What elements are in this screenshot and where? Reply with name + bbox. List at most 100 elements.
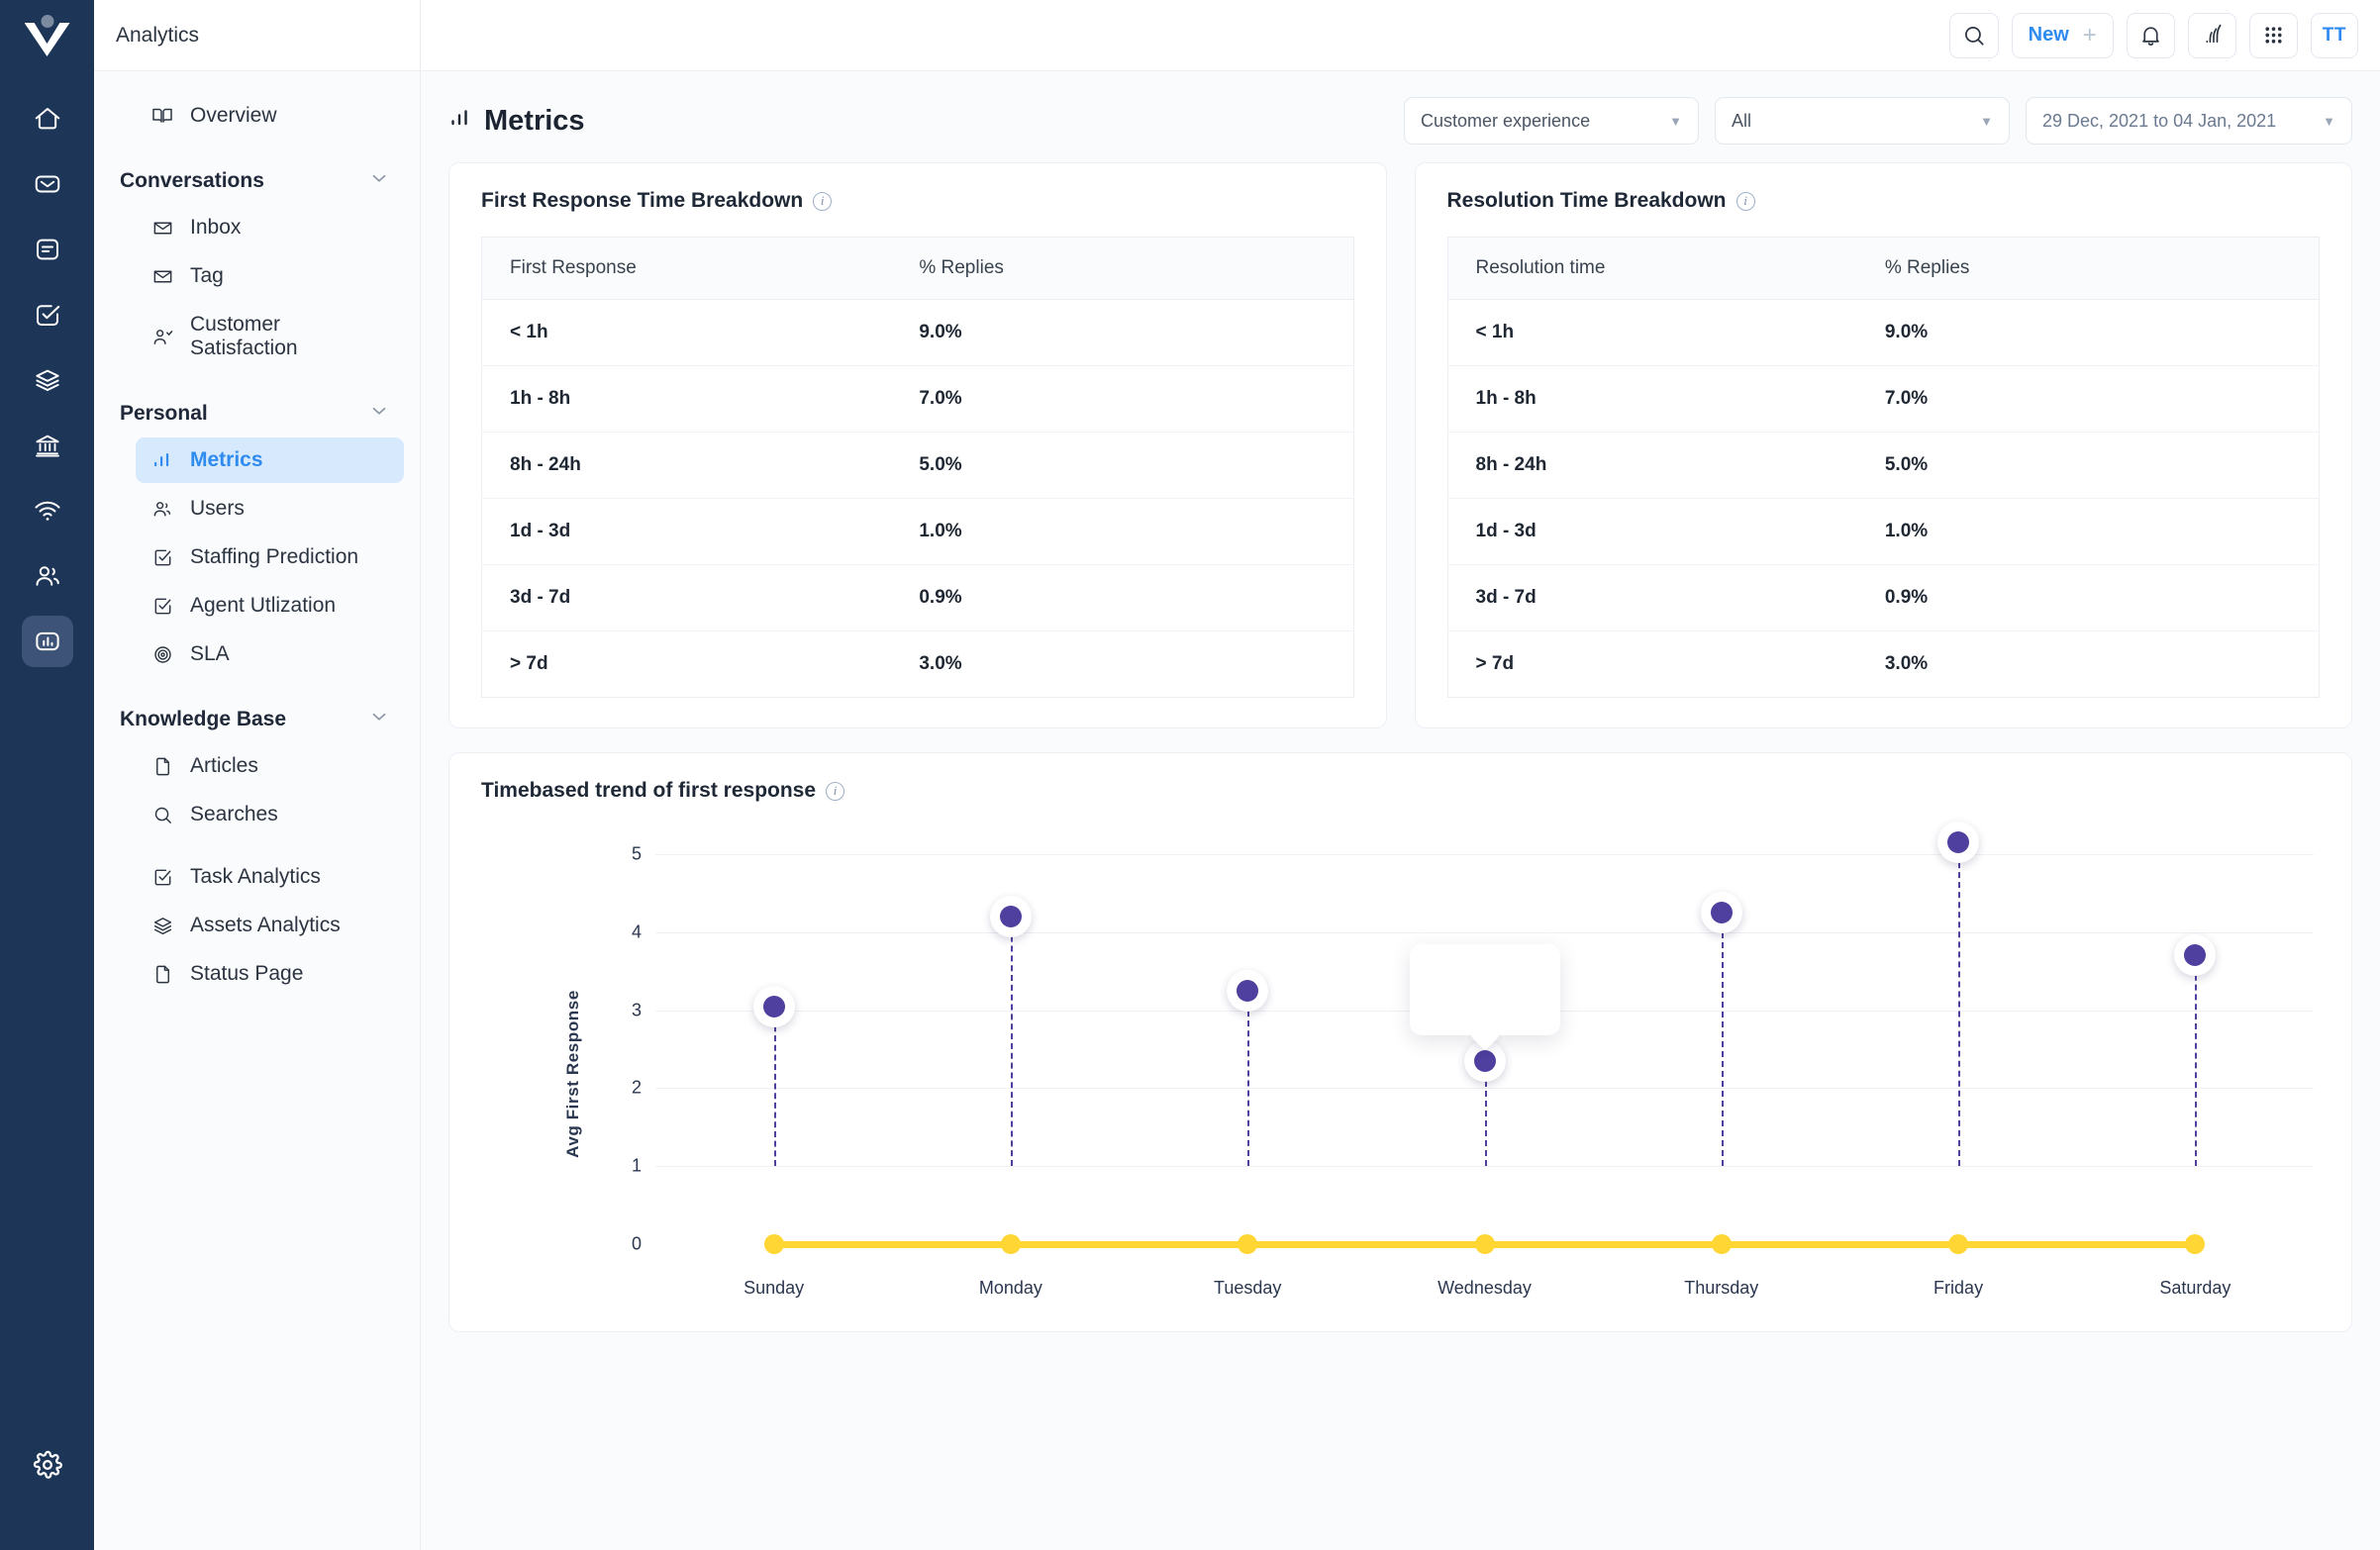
breakdown-cards-row: First Response Time Breakdown i First Re… [448, 162, 2352, 728]
chevron-down-icon: ▼ [2323, 113, 2335, 129]
sidebar-item-users[interactable]: Users [136, 486, 404, 532]
cell-range: 1h - 8h [1447, 365, 1857, 433]
chart-area: Avg First Response 0 1 2 3 4 5 Sunday Monday Tue… [481, 822, 2320, 1321]
page-title-text: Metrics [484, 104, 585, 137]
chevron-down-icon [368, 706, 390, 732]
info-icon[interactable]: i [1735, 191, 1755, 211]
rail-item-tasks[interactable] [22, 289, 73, 340]
bell-icon [2141, 27, 2159, 47]
rail-item-documents[interactable] [22, 224, 73, 275]
file-icon [149, 963, 175, 986]
cell-range: 3d - 7d [481, 564, 892, 631]
envelope-icon [149, 217, 175, 240]
info-icon[interactable]: i [813, 191, 833, 211]
logo-dot [41, 15, 53, 28]
baseline-data-point[interactable] [763, 1234, 784, 1254]
sidebar-item-sla[interactable]: SLA [136, 631, 404, 677]
rail-item-settings[interactable] [22, 1439, 73, 1491]
card-title: First Response Time Breakdown i [481, 189, 1354, 213]
x-axis-tick: Tuesday [1214, 1278, 1282, 1298]
sidebar-item-customer-satisfaction[interactable]: Customer Satisfaction [136, 302, 404, 371]
chart-plot[interactable]: 0 1 2 3 4 5 Sunday Monday Tuesday Wednesday Thursd… [598, 822, 2314, 1321]
table-header-row: First Response % Replies [481, 237, 1353, 300]
sidebar-item-tag[interactable]: Tag [136, 253, 404, 299]
search-button[interactable] [1948, 12, 1999, 58]
baseline-data-point[interactable] [1711, 1234, 1732, 1254]
broadcast-button[interactable] [2187, 12, 2236, 58]
sidebar-item-label: Searches [190, 803, 278, 825]
sidebar-item-label: Metrics [190, 448, 263, 471]
rail-item-analytics[interactable] [21, 616, 73, 667]
bank-icon [35, 435, 59, 457]
table-row: 1d - 3d 1.0% [481, 498, 1353, 565]
nav-group-personal[interactable]: Personal [110, 387, 404, 437]
cell-range: 3d - 7d [1447, 564, 1857, 631]
chart-stem [1721, 913, 1724, 1167]
sidebar-item-status-page[interactable]: Status Page [136, 951, 404, 997]
envelope-icon [35, 175, 59, 193]
sidebar-item-assets-analytics[interactable]: Assets Analytics [136, 903, 404, 948]
chart-data-point[interactable] [1227, 969, 1269, 1012]
nav-group-knowledge-base[interactable]: Knowledge Base [110, 693, 404, 743]
table-body: < 1h 9.0% 1h - 8h 7.0% 8h - 24h 5.0% 1d - 3… [1447, 299, 2320, 698]
baseline-data-point[interactable] [2185, 1234, 2206, 1254]
sidebar-item-inbox[interactable]: Inbox [136, 205, 404, 250]
nav-divider-gap [110, 840, 404, 854]
sidebar-item-overview[interactable]: Overview [136, 93, 404, 139]
baseline-data-point[interactable] [1948, 1234, 1969, 1254]
rail-item-home[interactable] [22, 93, 73, 145]
chart-data-point[interactable] [1700, 892, 1742, 934]
cell-value: 5.0% [891, 432, 1353, 499]
nav-group-conversations[interactable]: Conversations [110, 154, 404, 205]
table-row: < 1h 9.0% [481, 299, 1353, 366]
table-row: 3d - 7d 0.9% [481, 564, 1353, 631]
y-axis-tick: 5 [631, 843, 642, 864]
chart-data-point[interactable] [1937, 822, 1980, 864]
chart-data-point[interactable] [752, 985, 795, 1027]
sidebar-item-label: Overview [190, 104, 277, 127]
app-logo[interactable] [0, 0, 94, 71]
sidebar-item-searches[interactable]: Searches [136, 792, 404, 837]
sidebar-item-task-analytics[interactable]: Task Analytics [136, 854, 404, 900]
sidebar-item-label: Assets Analytics [190, 914, 341, 936]
date-range-select[interactable]: 29 Dec, 2021 to 04 Jan, 2021 ▼ [2026, 97, 2352, 145]
sidebar-item-label: Articles [190, 754, 258, 777]
info-icon[interactable]: i [826, 781, 845, 801]
avatar-initials: TT [2322, 24, 2346, 46]
sidebar-item-agent-utilization[interactable]: Agent Utlization [136, 583, 404, 629]
nav-group-label: Personal [120, 401, 208, 425]
home-icon [35, 108, 59, 130]
notifications-button[interactable] [2126, 12, 2175, 58]
chart-tooltip [1409, 943, 1560, 1035]
chart-icon [35, 631, 59, 651]
x-axis-tick: Monday [978, 1278, 1042, 1298]
baseline-data-point[interactable] [1000, 1234, 1021, 1254]
y-axis-tick: 2 [631, 1077, 642, 1098]
avatar[interactable]: TT [2310, 12, 2358, 58]
rail-item-network[interactable] [22, 485, 73, 536]
wifi-icon [35, 501, 59, 521]
sidebar-item-label: Staffing Prediction [190, 545, 359, 568]
new-button[interactable]: New + [2011, 12, 2114, 58]
baseline-data-point[interactable] [1474, 1234, 1495, 1254]
scope-filter-select[interactable]: All ▼ [1715, 97, 2010, 145]
sidebar-item-metrics[interactable]: Metrics [136, 437, 404, 483]
layers-icon [149, 915, 175, 937]
cell-value: 5.0% [1856, 432, 2320, 499]
baseline-data-point[interactable] [1238, 1234, 1258, 1254]
gear-icon [33, 1450, 62, 1479]
rail-item-finance[interactable] [22, 420, 73, 471]
column-header-range: First Response [481, 237, 892, 300]
chart-data-point[interactable] [989, 896, 1032, 938]
cell-range: 8h - 24h [1447, 432, 1857, 499]
chart-data-point[interactable] [2174, 934, 2217, 977]
sidebar-item-label: Customer Satisfaction [190, 313, 298, 359]
sidebar-item-articles[interactable]: Articles [136, 743, 404, 789]
nav-header: Analytics [94, 0, 420, 71]
team-filter-select[interactable]: Customer experience ▼ [1404, 97, 1699, 145]
rail-item-mail[interactable] [22, 158, 73, 210]
rail-item-users[interactable] [22, 550, 73, 602]
rail-item-assets[interactable] [22, 354, 73, 406]
sidebar-item-staffing-prediction[interactable]: Staffing Prediction [136, 534, 404, 580]
apps-button[interactable] [2248, 12, 2298, 58]
